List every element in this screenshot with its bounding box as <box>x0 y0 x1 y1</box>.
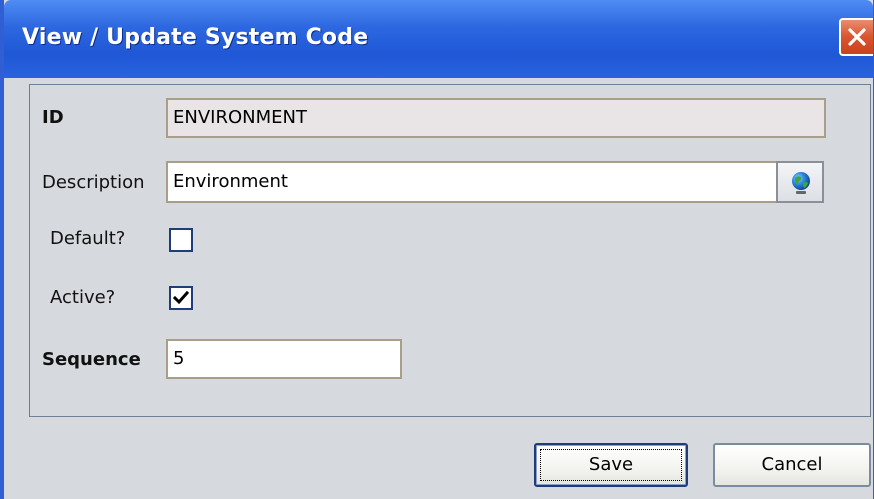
save-button[interactable]: Save <box>534 443 688 487</box>
default-label: Default? <box>50 228 126 249</box>
description-field[interactable]: Environment <box>166 161 778 203</box>
dialog-title: View / Update System Code <box>22 25 369 50</box>
default-checkbox[interactable] <box>169 228 193 252</box>
close-button[interactable] <box>839 18 873 56</box>
translate-button[interactable] <box>776 161 824 203</box>
id-label: ID <box>42 107 64 128</box>
dialog-window: View / Update System Code ID ENVIRONMENT… <box>0 0 874 499</box>
active-label: Active? <box>50 287 116 308</box>
active-checkbox[interactable] <box>169 286 193 310</box>
title-bar[interactable]: View / Update System Code <box>4 0 873 78</box>
id-field[interactable]: ENVIRONMENT <box>166 98 826 138</box>
sequence-label: Sequence <box>42 349 141 370</box>
focus-indicator <box>540 449 682 481</box>
cancel-button-label: Cancel <box>761 454 823 475</box>
description-label: Description <box>42 172 145 193</box>
sequence-field[interactable]: 5 <box>166 339 402 379</box>
cancel-button[interactable]: Cancel <box>713 443 871 487</box>
